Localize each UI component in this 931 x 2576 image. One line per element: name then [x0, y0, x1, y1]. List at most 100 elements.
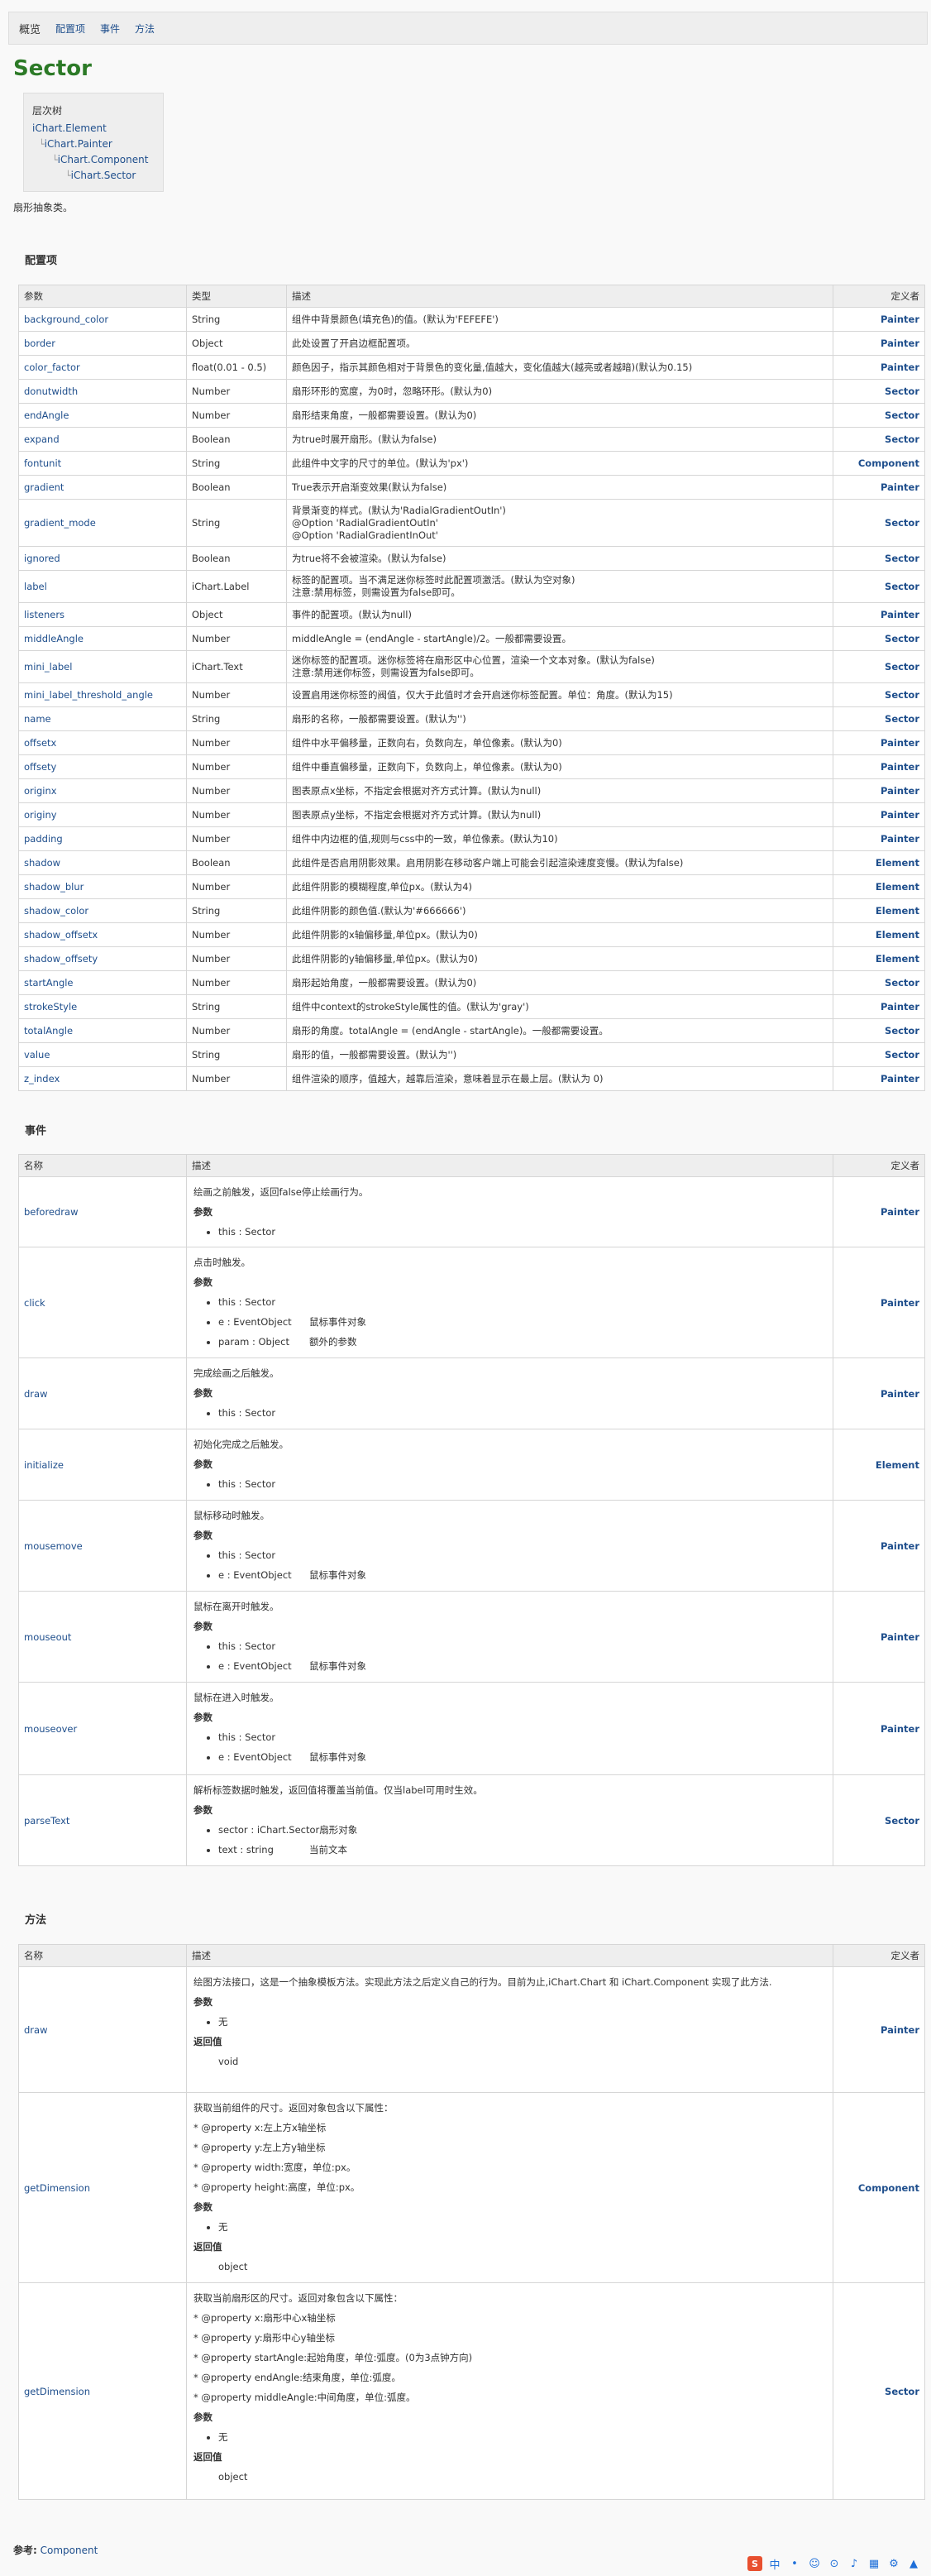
definer-link[interactable]: Element [833, 874, 925, 899]
definer-link-text[interactable]: Sector [885, 977, 919, 989]
definer-link[interactable]: Sector [833, 650, 925, 683]
definer-link[interactable]: Sector [833, 379, 925, 404]
definer-link[interactable]: Painter [833, 602, 925, 627]
definer-link-text[interactable]: Painter [881, 1001, 919, 1013]
definer-link-text[interactable]: Painter [881, 761, 919, 773]
definer-link[interactable]: Painter [833, 475, 925, 500]
definer-link-text[interactable]: Element [876, 905, 919, 917]
definer-link[interactable]: Painter [833, 1357, 925, 1429]
definer-link[interactable]: Sector [833, 499, 925, 547]
definer-link-text[interactable]: Painter [881, 362, 919, 373]
definer-link[interactable]: Painter [833, 1247, 925, 1358]
definer-link[interactable]: Painter [833, 1966, 925, 2093]
definer-link[interactable]: Sector [833, 1018, 925, 1043]
definer-link[interactable]: Painter [833, 331, 925, 356]
definer-link[interactable]: Painter [833, 802, 925, 827]
definer-link[interactable]: Element [833, 922, 925, 947]
toolbar-icon[interactable]: 中 [767, 2556, 782, 2572]
definer-link-text[interactable]: Painter [881, 809, 919, 821]
definer-link[interactable]: Sector [833, 546, 925, 571]
definer-link[interactable]: Sector [833, 570, 925, 603]
definer-link[interactable]: Painter [833, 994, 925, 1019]
definer-link-text[interactable]: Sector [885, 581, 919, 592]
definer-link-text[interactable]: Painter [881, 1631, 919, 1643]
definer-link-text[interactable]: Sector [885, 433, 919, 445]
definer-link-text[interactable]: Painter [881, 1540, 919, 1552]
definer-link-text[interactable]: Sector [885, 409, 919, 421]
definer-link[interactable]: Painter [833, 778, 925, 803]
definer-link-text[interactable]: Element [876, 857, 919, 869]
definer-link-text[interactable]: Sector [885, 553, 919, 564]
definer-link-text[interactable]: Painter [881, 785, 919, 797]
definer-link-text[interactable]: Element [876, 953, 919, 965]
definer-link-text[interactable]: Painter [881, 609, 919, 620]
definer-link[interactable]: Sector [833, 427, 925, 452]
definer-link-text[interactable]: Sector [885, 1025, 919, 1037]
definer-link-text[interactable]: Painter [881, 314, 919, 325]
definer-link[interactable]: Sector [833, 1042, 925, 1067]
definer-link[interactable]: Sector [833, 970, 925, 995]
definer-link-text[interactable]: Component [858, 2182, 919, 2194]
toolbar-icon[interactable]: S [747, 2556, 762, 2571]
definer-link-text[interactable]: Element [876, 1459, 919, 1471]
hierarchy-link[interactable]: iChart.Sector [71, 170, 136, 181]
nav-tab-2[interactable]: 事件 [97, 18, 123, 39]
toolbar-icon[interactable]: ☺ [807, 2556, 822, 2571]
definer-link[interactable]: Element [833, 898, 925, 923]
hierarchy-link[interactable]: iChart.Painter [45, 138, 112, 150]
toolbar-icon[interactable]: ⚙ [886, 2556, 901, 2571]
definer-link-text[interactable]: Sector [885, 713, 919, 725]
definer-link-text[interactable]: Element [876, 881, 919, 893]
definer-link-text[interactable]: Sector [885, 385, 919, 397]
definer-link-text[interactable]: Sector [885, 633, 919, 644]
definer-link-text[interactable]: Sector [885, 661, 919, 673]
definer-link-text[interactable]: Sector [885, 1815, 919, 1827]
footer-link-component[interactable]: Component [41, 2545, 98, 2556]
definer-link[interactable]: Element [833, 1429, 925, 1501]
definer-link[interactable]: Painter [833, 826, 925, 851]
nav-tab-0[interactable]: 概览 [16, 17, 44, 40]
definer-link-text[interactable]: Sector [885, 689, 919, 701]
definer-link[interactable]: Sector [833, 626, 925, 651]
definer-link-text[interactable]: Painter [881, 737, 919, 749]
definer-link[interactable]: Sector [833, 1774, 925, 1866]
nav-tab-3[interactable]: 方法 [131, 18, 158, 39]
definer-link-text[interactable]: Sector [885, 1049, 919, 1061]
definer-link-text[interactable]: Painter [881, 481, 919, 493]
definer-link-text[interactable]: Painter [881, 338, 919, 349]
toolbar-icon[interactable]: ⊙ [827, 2556, 842, 2571]
definer-link[interactable]: Painter [833, 754, 925, 779]
definer-link[interactable]: Painter [833, 1176, 925, 1247]
definer-link[interactable]: Painter [833, 730, 925, 755]
toolbar-icon[interactable]: ▲ [906, 2556, 921, 2571]
definer-link[interactable]: Component [833, 2092, 925, 2283]
definer-link[interactable]: Painter [833, 1682, 925, 1775]
definer-link-text[interactable]: Painter [881, 833, 919, 845]
definer-link[interactable]: Element [833, 946, 925, 971]
definer-link[interactable]: Sector [833, 706, 925, 731]
definer-link-text[interactable]: Sector [885, 2386, 919, 2397]
definer-link[interactable]: Sector [833, 403, 925, 428]
definer-link-text[interactable]: Painter [881, 1073, 919, 1085]
definer-link[interactable]: Painter [833, 1500, 925, 1592]
definer-link-text[interactable]: Painter [881, 1388, 919, 1400]
definer-link[interactable]: Painter [833, 1066, 925, 1091]
definer-link[interactable]: Sector [833, 682, 925, 707]
toolbar-icon[interactable]: ♪ [847, 2556, 862, 2571]
definer-link-text[interactable]: Painter [881, 1206, 919, 1218]
definer-link[interactable]: Painter [833, 1591, 925, 1683]
definer-link[interactable]: Component [833, 451, 925, 476]
definer-link-text[interactable]: Painter [881, 1723, 919, 1735]
hierarchy-link[interactable]: iChart.Element [32, 122, 107, 134]
definer-link[interactable]: Sector [833, 2282, 925, 2500]
definer-link[interactable]: Painter [833, 307, 925, 332]
definer-link[interactable]: Element [833, 850, 925, 875]
definer-link-text[interactable]: Element [876, 929, 919, 941]
definer-link[interactable]: Painter [833, 355, 925, 380]
hierarchy-link[interactable]: iChart.Component [58, 154, 149, 165]
definer-link-text[interactable]: Component [858, 457, 919, 469]
nav-tab-1[interactable]: 配置项 [52, 18, 88, 39]
definer-link-text[interactable]: Painter [881, 1297, 919, 1309]
definer-link-text[interactable]: Sector [885, 517, 919, 529]
toolbar-icon[interactable]: ▦ [867, 2556, 881, 2571]
